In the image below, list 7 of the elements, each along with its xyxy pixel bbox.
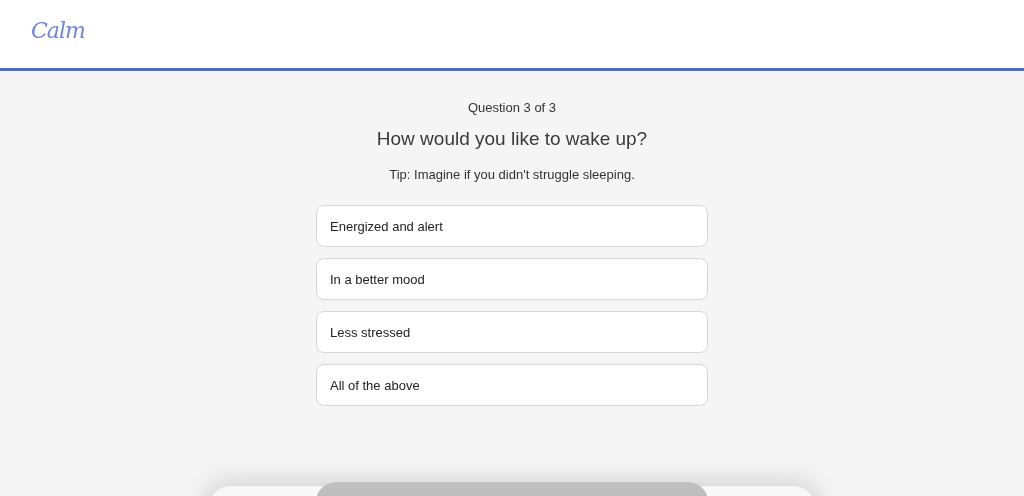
answer-option[interactable]: Energized and alert bbox=[316, 205, 708, 247]
question-title: How would you like to wake up? bbox=[376, 128, 648, 150]
answer-option[interactable]: Less stressed bbox=[316, 311, 708, 353]
tip-text: Tip: Imagine if you didn't struggle sleeping. bbox=[389, 167, 635, 182]
answer-option[interactable]: In a better mood bbox=[316, 258, 708, 300]
question-counter: Question 3 of 3 bbox=[467, 100, 557, 115]
answer-option[interactable]: All of the above bbox=[316, 364, 708, 406]
